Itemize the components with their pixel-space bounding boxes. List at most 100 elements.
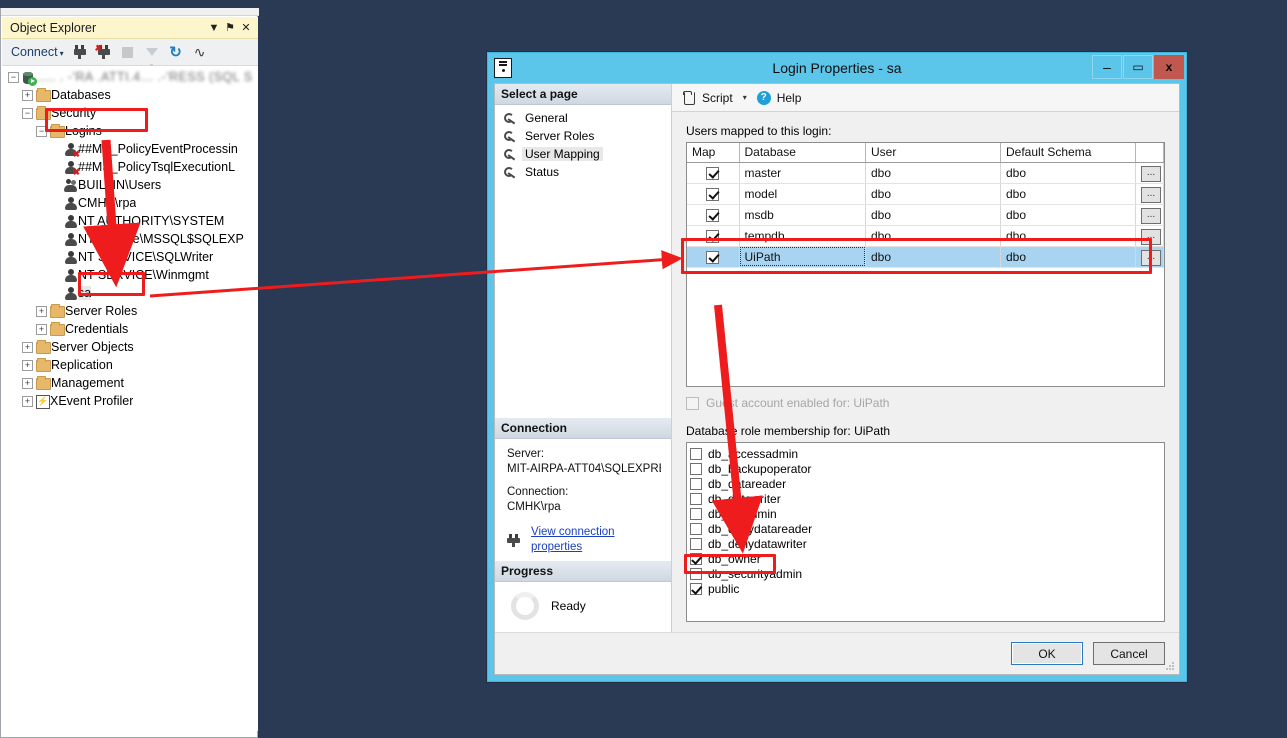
refresh-icon[interactable]: ↻	[165, 41, 187, 63]
role-item-db_owner[interactable]: db_owner	[690, 551, 1164, 566]
disconnect-icon[interactable]: ✖	[93, 41, 115, 63]
ellipsis-button[interactable]: ...	[1141, 165, 1161, 182]
tree-item-nt-authority-system[interactable]: NT AUTHORITY\SYSTEM	[2, 212, 258, 230]
close-button[interactable]: x	[1154, 55, 1184, 79]
connect-dropdown-button[interactable]: Connect ▾	[8, 43, 67, 61]
role-item-db_accessadmin[interactable]: db_accessadmin	[690, 446, 1164, 461]
role-checkbox[interactable]	[690, 582, 702, 595]
tree-expander[interactable]: −	[22, 107, 33, 119]
tree-expander[interactable]: −	[36, 125, 47, 137]
map-checkbox-cell[interactable]	[687, 204, 740, 226]
table-body[interactable]: master dbo dbo... model dbo dbo... msdb dbo dbo.…	[687, 162, 1164, 268]
table-row[interactable]: tempdb dbo dbo...	[687, 225, 1164, 247]
view-connection-properties-row[interactable]: View connection properties	[507, 525, 661, 555]
ellipsis-button[interactable]: ...	[1141, 186, 1161, 203]
column-header-default-schema[interactable]: Default Schema	[1000, 143, 1136, 163]
tree-item-sa[interactable]: sa	[2, 284, 258, 302]
table-row[interactable]: UiPath dbo dbo...	[687, 246, 1164, 268]
activity-monitor-icon[interactable]: ∿	[189, 41, 211, 63]
tree-item-management[interactable]: + Management	[2, 374, 258, 392]
pin-icon[interactable]: ⚑	[222, 20, 238, 36]
default-schema-cell[interactable]: dbo	[1000, 162, 1136, 184]
close-icon[interactable]: ✕	[238, 20, 254, 36]
help-icon[interactable]: ?	[756, 90, 771, 105]
map-checkbox[interactable]	[706, 229, 720, 243]
role-item-db_securityadmin[interactable]: db_securityadmin	[690, 566, 1164, 581]
tree-expander[interactable]: +	[22, 89, 33, 101]
script-chevron-down-icon[interactable]: ▾	[739, 93, 751, 102]
column-header-map[interactable]: Map	[687, 143, 740, 163]
role-checkbox[interactable]	[690, 537, 702, 550]
map-checkbox-cell[interactable]	[687, 225, 740, 247]
page-item-general[interactable]: General	[495, 109, 671, 127]
guest-account-checkbox[interactable]	[686, 396, 699, 410]
role-item-db_denydatareader[interactable]: db_denydatareader	[690, 521, 1164, 536]
object-explorer-tree[interactable]: −..... . -'RA .ATTI.4… .-'RESS (SQL S + Da…	[2, 66, 258, 731]
user-cell[interactable]: dbo	[865, 204, 1001, 226]
connect-icon[interactable]	[69, 41, 91, 63]
database-cell[interactable]: tempdb	[739, 225, 866, 247]
tree-item-cmhk-rpa[interactable]: CMHK\rpa	[2, 194, 258, 212]
view-connection-properties-link[interactable]: View connection properties	[531, 525, 661, 555]
table-row[interactable]: model dbo dbo...	[687, 183, 1164, 205]
tree-expander[interactable]: +	[36, 323, 47, 335]
role-item-db_denydatawriter[interactable]: db_denydatawriter	[690, 536, 1164, 551]
tree-item-replication[interactable]: + Replication	[2, 356, 258, 374]
guest-account-row[interactable]: Guest account enabled for: UiPath	[686, 396, 1165, 410]
map-checkbox-cell[interactable]	[687, 162, 740, 184]
page-item-status[interactable]: Status	[495, 163, 671, 181]
role-checkbox[interactable]	[690, 522, 702, 535]
map-checkbox-cell[interactable]	[687, 246, 740, 268]
table-row[interactable]: master dbo dbo...	[687, 162, 1164, 184]
tree-item-server-roles[interactable]: + Server Roles	[2, 302, 258, 320]
map-checkbox[interactable]	[706, 208, 720, 222]
default-schema-cell[interactable]: dbo	[1000, 225, 1136, 247]
role-item-public[interactable]: public	[690, 581, 1164, 596]
map-checkbox[interactable]	[706, 250, 720, 264]
user-cell[interactable]: dbo	[865, 183, 1001, 205]
tree-item-ms-policyeventprocessin[interactable]: ✖ ##MS_PolicyEventProcessin	[2, 140, 258, 158]
dropdown-icon[interactable]: ▼	[206, 20, 222, 36]
ellipsis-button[interactable]: ...	[1141, 207, 1161, 224]
tree-expander[interactable]: +	[22, 395, 33, 407]
resize-grip[interactable]	[1165, 661, 1175, 671]
database-cell[interactable]: model	[739, 183, 866, 205]
role-checkbox[interactable]	[690, 447, 702, 460]
user-cell[interactable]: dbo	[865, 162, 1001, 184]
script-button[interactable]: Script	[702, 91, 733, 105]
role-item-db_datareader[interactable]: db_datareader	[690, 476, 1164, 491]
role-checkbox[interactable]	[690, 567, 702, 580]
help-button[interactable]: Help	[777, 91, 802, 105]
user-cell[interactable]: dbo	[865, 225, 1001, 247]
default-schema-cell[interactable]: dbo	[1000, 183, 1136, 205]
tree-item-logins[interactable]: − Logins	[2, 122, 258, 140]
tree-item-ra-atti-4-ress-sql-s[interactable]: − ..... . -'RA .ATTI.4… .-'RESS (SQL S	[2, 68, 258, 86]
role-item-db_ddladmin[interactable]: db_ddladmin	[690, 506, 1164, 521]
schema-browse-cell[interactable]: ...	[1135, 225, 1164, 247]
schema-browse-cell[interactable]: ...	[1135, 246, 1164, 268]
role-checkbox[interactable]	[690, 552, 702, 565]
tree-expander[interactable]: −	[8, 71, 19, 83]
tree-item-xevent-profiler[interactable]: + ⚡ XEvent Profiler	[2, 392, 258, 410]
role-checkbox[interactable]	[690, 477, 702, 490]
default-schema-cell[interactable]: dbo	[1000, 246, 1136, 268]
schema-browse-cell[interactable]: ...	[1135, 162, 1164, 184]
role-item-db_backupoperator[interactable]: db_backupoperator	[690, 461, 1164, 476]
tree-item-security[interactable]: − Security	[2, 104, 258, 122]
user-mapping-grid[interactable]: Map Database User Default Schema master dbo d…	[686, 142, 1165, 387]
role-checkbox[interactable]	[690, 507, 702, 520]
minimize-button[interactable]: –	[1092, 55, 1122, 79]
tree-expander[interactable]: +	[36, 305, 47, 317]
tree-expander[interactable]: +	[22, 377, 33, 389]
ok-button[interactable]: OK	[1011, 642, 1083, 665]
tree-item-ms-policytsqlexecutionl[interactable]: ✖ ##MS_PolicyTsqlExecutionL	[2, 158, 258, 176]
role-checkbox[interactable]	[690, 462, 702, 475]
tree-expander[interactable]: +	[22, 341, 33, 353]
database-cell[interactable]: master	[739, 162, 866, 184]
tree-item-builtin-users[interactable]: BUILTIN\Users	[2, 176, 258, 194]
user-cell[interactable]: dbo	[865, 246, 1001, 268]
default-schema-cell[interactable]: dbo	[1000, 204, 1136, 226]
map-checkbox-cell[interactable]	[687, 183, 740, 205]
column-header-user[interactable]: User	[865, 143, 1001, 163]
tree-item-nt-service-mssql-sqlexp[interactable]: NT Service\MSSQL$SQLEXP	[2, 230, 258, 248]
